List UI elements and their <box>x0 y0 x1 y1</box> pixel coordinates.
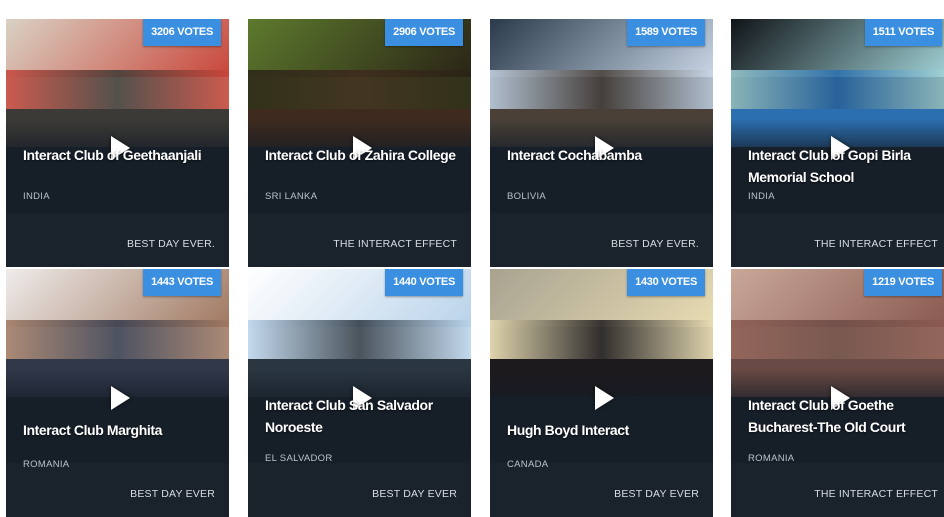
category-label: THE INTERACT EFFECT <box>814 488 938 500</box>
country-label: SRI LANKA <box>265 191 318 202</box>
vote-count-badge: 3206 VOTES <box>143 19 221 46</box>
country-label: BOLIVIA <box>507 191 547 202</box>
category-label: BEST DAY EVER <box>130 488 215 500</box>
club-name[interactable]: Interact Cochabamba <box>507 144 703 166</box>
club-name[interactable]: Interact Club of Gopi Birla Memorial Sch… <box>748 144 934 188</box>
play-icon[interactable] <box>581 377 623 419</box>
video-card[interactable]: 1219 VOTES Interact Club of Goethe Bucha… <box>731 269 944 517</box>
vote-count-badge: 1443 VOTES <box>143 269 221 296</box>
category-label: BEST DAY EVER. <box>611 238 699 250</box>
vote-count-badge: 1219 VOTES <box>864 269 942 296</box>
video-card[interactable]: 2906 VOTES Interact Club of Zahira Colle… <box>248 19 471 267</box>
vote-count-badge: 2906 VOTES <box>385 19 463 46</box>
country-label: INDIA <box>23 191 50 202</box>
video-card[interactable]: 1430 VOTES Hugh Boyd Interact CANADA BES… <box>490 269 713 517</box>
category-label: BEST DAY EVER. <box>127 238 215 250</box>
vote-count-badge: 1511 VOTES <box>864 19 942 46</box>
video-card[interactable]: 3206 VOTES Interact Club of Geethaanjali… <box>6 19 229 267</box>
vote-count-badge: 1440 VOTES <box>385 269 463 296</box>
club-name[interactable]: Interact Club of Geethaanjali <box>23 144 219 166</box>
video-card[interactable]: 1440 VOTES Interact Club San Salvador No… <box>248 269 471 517</box>
country-label: ROMANIA <box>23 459 70 470</box>
club-name[interactable]: Interact Club of Goethe Bucharest-The Ol… <box>748 394 934 438</box>
club-name[interactable]: Interact Club San Salvador Noroeste <box>265 394 461 438</box>
country-label: CANADA <box>507 459 549 470</box>
video-card[interactable]: 1511 VOTES Interact Club of Gopi Birla M… <box>731 19 944 267</box>
play-icon[interactable] <box>97 377 139 419</box>
category-label: THE INTERACT EFFECT <box>333 238 457 250</box>
club-name[interactable]: Interact Club of Zahira College <box>265 144 461 166</box>
country-label: INDIA <box>748 191 775 202</box>
club-name[interactable]: Hugh Boyd Interact <box>507 419 703 441</box>
video-card[interactable]: 1589 VOTES Interact Cochabamba BOLIVIA B… <box>490 19 713 267</box>
category-label: BEST DAY EVER <box>614 488 699 500</box>
country-label: EL SALVADOR <box>265 453 333 464</box>
video-card[interactable]: 1443 VOTES Interact Club Marghita ROMANI… <box>6 269 229 517</box>
video-grid: 3206 VOTES Interact Club of Geethaanjali… <box>0 0 944 517</box>
category-label: THE INTERACT EFFECT <box>814 238 938 250</box>
category-label: BEST DAY EVER <box>372 488 457 500</box>
country-label: ROMANIA <box>748 453 795 464</box>
club-name[interactable]: Interact Club Marghita <box>23 419 219 441</box>
vote-count-badge: 1430 VOTES <box>627 269 705 296</box>
vote-count-badge: 1589 VOTES <box>627 19 705 46</box>
